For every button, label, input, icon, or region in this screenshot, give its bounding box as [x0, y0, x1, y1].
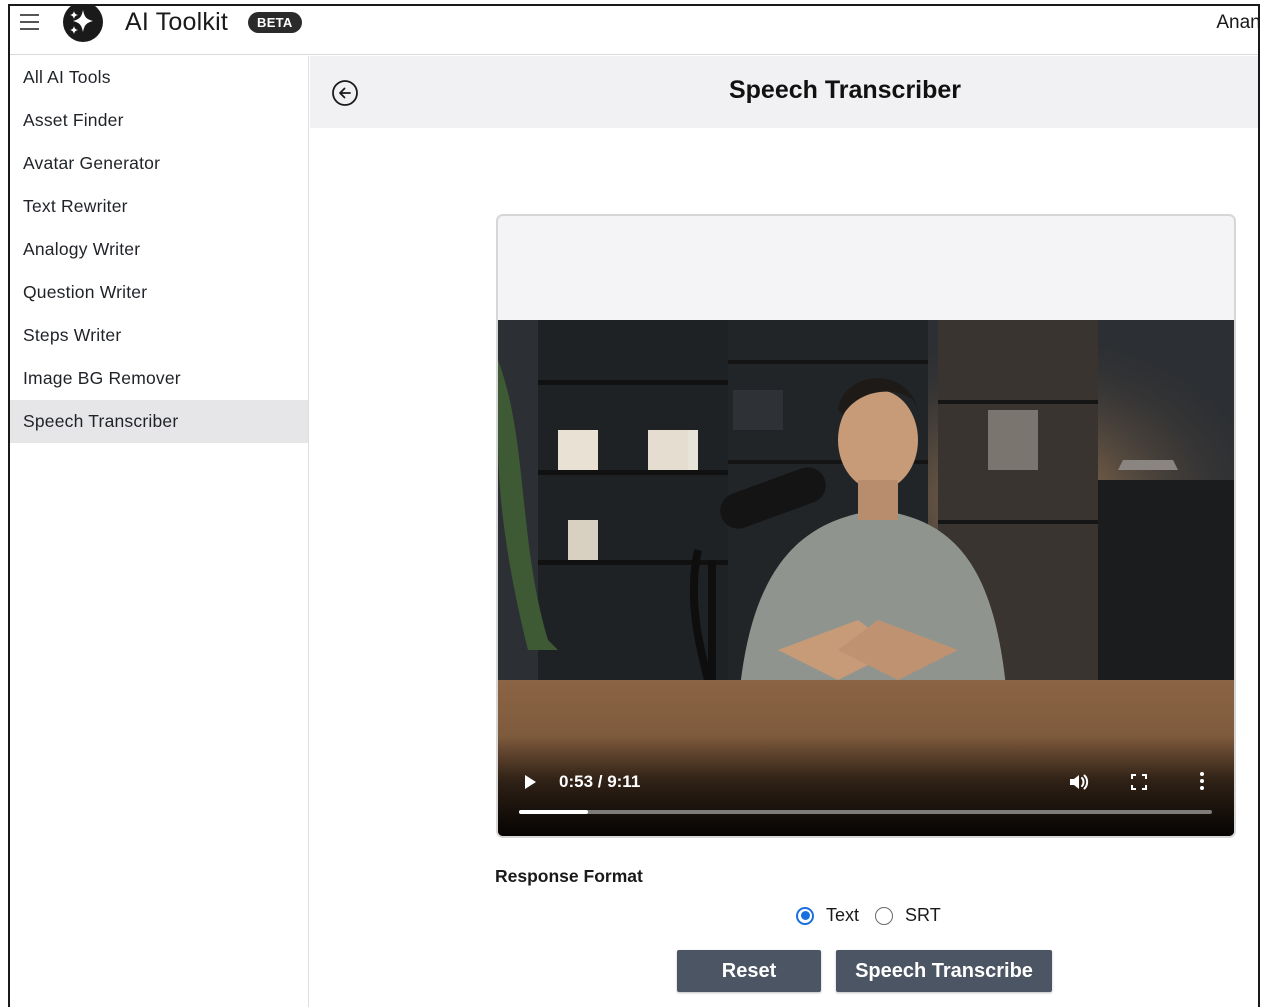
video-progress-bar[interactable] — [519, 810, 1212, 814]
more-vertical-icon[interactable] — [1198, 771, 1206, 791]
user-name[interactable]: Anant — [1216, 12, 1258, 34]
video-controls: 0:53 / 9:11 — [498, 736, 1234, 836]
sidebar-item-asset-finder[interactable]: Asset Finder — [10, 99, 308, 142]
top-bar: AI Toolkit BETA Anant — [10, 6, 1258, 55]
video-card: 0:53 / 9:11 — [496, 214, 1236, 838]
sidebar-item-steps-writer[interactable]: Steps Writer — [10, 314, 308, 357]
sidebar: All AI Tools Asset Finder Avatar Generat… — [10, 56, 309, 1007]
fullscreen-icon[interactable] — [1130, 773, 1148, 791]
video-progress-fill — [519, 810, 589, 814]
reset-button[interactable]: Reset — [677, 950, 821, 992]
page-title: Speech Transcriber — [728, 76, 962, 104]
speech-transcribe-button[interactable]: Speech Transcribe — [836, 950, 1052, 992]
sidebar-item-image-bg-remover[interactable]: Image BG Remover — [10, 357, 308, 400]
page-header: Speech Transcriber — [310, 56, 1258, 128]
sidebar-item-speech-transcriber[interactable]: Speech Transcriber — [10, 400, 308, 443]
video-player[interactable]: 0:53 / 9:11 — [498, 320, 1234, 836]
volume-icon[interactable] — [1068, 772, 1090, 792]
video-time: 0:53 / 9:11 — [559, 772, 641, 791]
radio-srt-label[interactable]: SRT — [905, 905, 941, 926]
beta-badge: BETA — [248, 12, 302, 33]
radio-srt[interactable] — [875, 906, 894, 925]
response-format-options: Text SRT — [796, 905, 957, 926]
radio-text-label[interactable]: Text — [826, 905, 859, 926]
sidebar-item-avatar-generator[interactable]: Avatar Generator — [10, 142, 308, 185]
sparkle-logo-icon — [63, 6, 103, 42]
sidebar-item-all-ai-tools[interactable]: All AI Tools — [10, 56, 308, 99]
sidebar-item-question-writer[interactable]: Question Writer — [10, 271, 308, 314]
sidebar-item-text-rewriter[interactable]: Text Rewriter — [10, 185, 308, 228]
sidebar-item-analogy-writer[interactable]: Analogy Writer — [10, 228, 308, 271]
response-format-label: Response Format — [495, 866, 643, 886]
radio-text[interactable] — [796, 906, 814, 925]
play-icon[interactable] — [522, 774, 538, 790]
hamburger-icon[interactable] — [20, 14, 40, 32]
app-window: AI Toolkit BETA Anant All AI Tools Asset… — [8, 4, 1260, 1007]
app-title: AI Toolkit — [125, 8, 228, 36]
